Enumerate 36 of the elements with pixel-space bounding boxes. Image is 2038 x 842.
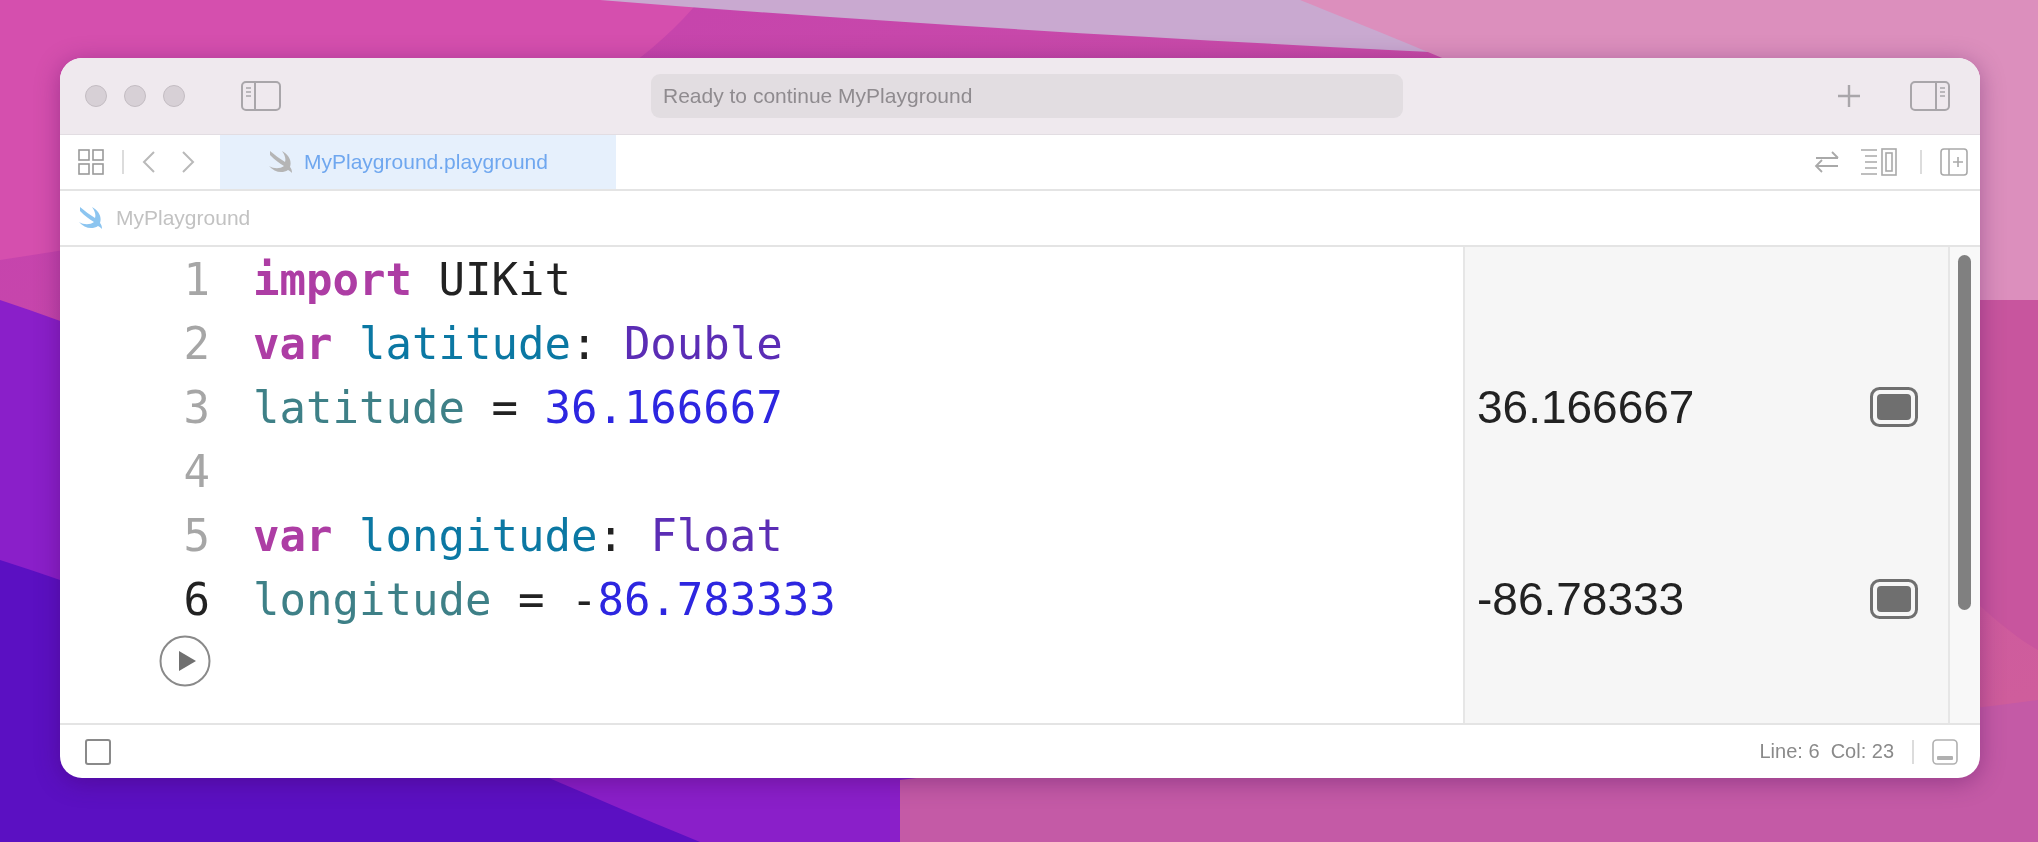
forward-icon[interactable] — [181, 150, 195, 174]
line-number: 5 — [182, 509, 210, 561]
inspector-toggle-icon[interactable] — [1910, 81, 1950, 111]
add-editor-icon[interactable] — [1940, 148, 1968, 176]
activity-status: Ready to continue MyPlayground — [651, 74, 1403, 118]
swift-icon — [268, 151, 294, 173]
code-line: var longitude: Float — [253, 509, 783, 561]
code-line: longitude = -86.783333 — [253, 573, 836, 625]
back-icon[interactable] — [142, 150, 156, 174]
line-number: 4 — [182, 445, 210, 497]
sidebar-toggle-icon[interactable] — [241, 81, 281, 111]
swap-arrows-icon[interactable] — [1814, 150, 1840, 174]
close-button[interactable] — [85, 85, 107, 107]
file-tab[interactable]: MyPlayground.playground — [220, 135, 616, 189]
cursor-position: Line: 6 Col: 23 — [1759, 740, 1894, 763]
result-value: -86.78333 — [1477, 572, 1685, 626]
result-value: 36.166667 — [1477, 380, 1695, 434]
scrollbar-thumb[interactable] — [1958, 255, 1971, 610]
swift-icon — [78, 207, 104, 229]
line-number: 3 — [182, 381, 210, 433]
debug-area-toggle[interactable] — [85, 738, 111, 765]
console-toggle-icon[interactable] — [1932, 738, 1958, 765]
run-button[interactable] — [159, 635, 211, 687]
line-number: 1 — [182, 253, 210, 305]
show-result-icon[interactable] — [1870, 387, 1918, 427]
grid-icon[interactable] — [78, 149, 104, 175]
line-number: 6 — [182, 573, 210, 625]
line-number: 2 — [182, 317, 210, 369]
code-line: latitude = 36.166667 — [253, 381, 783, 433]
breadcrumb-item[interactable]: MyPlayground — [78, 206, 251, 230]
minimize-button[interactable] — [124, 85, 146, 107]
show-result-icon[interactable] — [1870, 579, 1918, 619]
code-line: import UIKit — [253, 253, 571, 305]
add-icon[interactable] — [1836, 83, 1862, 109]
code-line: var latitude: Double — [253, 317, 783, 369]
zoom-button[interactable] — [163, 85, 185, 107]
